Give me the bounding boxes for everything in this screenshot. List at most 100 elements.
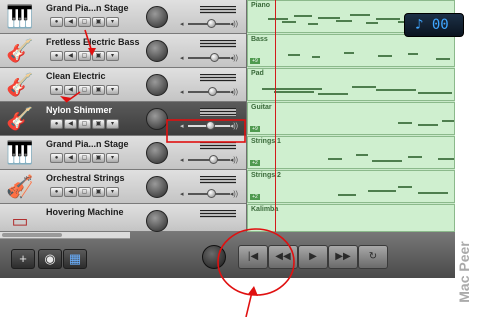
volume-thumb[interactable] (208, 87, 218, 96)
go-to-beginning-button[interactable]: |◀ (238, 245, 268, 269)
pan-knob[interactable] (146, 176, 168, 198)
record-button[interactable] (202, 245, 226, 269)
track-menu-button[interactable]: ▾ (106, 17, 119, 27)
track-menu-button[interactable]: ▾ (106, 187, 119, 197)
pan-knob[interactable] (146, 6, 168, 28)
speaker-low-icon: ◂ (180, 89, 184, 96)
fast-forward-button[interactable]: ▶▶ (328, 245, 358, 269)
region-pad[interactable]: Pad (247, 68, 455, 101)
region-guitar[interactable]: Guitar +9 (247, 102, 455, 135)
region-strings-1[interactable]: Strings 1 +2 (247, 136, 455, 169)
solo-button[interactable]: ▢ (78, 51, 91, 61)
volume-slider[interactable]: ◂ ◂)) (180, 155, 238, 165)
level-meter (200, 74, 236, 82)
lock-button[interactable]: ▣ (92, 187, 105, 197)
volume-thumb[interactable] (205, 121, 215, 130)
record-enable-button[interactable]: ● (50, 119, 63, 129)
loop-browser-icon[interactable]: ▦ (63, 249, 87, 269)
region-bass[interactable]: Bass +9 (247, 34, 455, 67)
record-enable-button[interactable]: ● (50, 85, 63, 95)
region-kalimba[interactable]: Kalimba (247, 204, 455, 232)
mute-button[interactable]: ◀ (64, 187, 77, 197)
level-meter (200, 6, 236, 14)
horizontal-scrollbar[interactable] (0, 232, 130, 239)
pan-knob[interactable] (146, 74, 168, 96)
pan-knob[interactable] (146, 210, 168, 232)
level-meter (200, 142, 236, 150)
track-name: Orchestral Strings (46, 173, 125, 183)
bottom-control-bar: + ◉ ▦ |◀ ◀◀ ▶ ▶▶ ↻ (0, 232, 455, 278)
track-name: Grand Pia...n Stage (46, 139, 129, 149)
track-header-5[interactable]: 🎹 Grand Pia...n Stage ● ◀ ▢ ▣ ▾ ◂ ◂)) (0, 136, 246, 170)
pan-knob[interactable] (146, 40, 168, 62)
track-header-6[interactable]: 🎻 Orchestral Strings ● ◀ ▢ ▣ ▾ ◂ ◂)) (0, 170, 246, 204)
level-meter (200, 40, 236, 48)
speaker-high-icon: ◂)) (229, 157, 238, 164)
speaker-high-icon: ◂)) (229, 21, 238, 28)
lock-button[interactable]: ▣ (92, 51, 105, 61)
lcd-display[interactable]: ♪ 00 (404, 13, 464, 37)
solo-button[interactable]: ▢ (78, 187, 91, 197)
play-button[interactable]: ▶ (298, 245, 328, 269)
acoustic-guitar-icon: 🎸 (6, 106, 34, 131)
track-menu-button[interactable]: ▾ (106, 119, 119, 129)
solo-button[interactable]: ▢ (78, 17, 91, 27)
speaker-low-icon: ◂ (180, 123, 184, 130)
violin-icon: 🎻 (6, 174, 34, 199)
speaker-high-icon: ◂)) (229, 89, 238, 96)
mute-button[interactable]: ◀ (64, 119, 77, 129)
solo-button[interactable]: ▢ (78, 119, 91, 129)
pan-knob[interactable] (146, 108, 168, 130)
lock-button[interactable]: ▣ (92, 17, 105, 27)
volume-slider[interactable]: ◂ ◂)) (180, 53, 238, 63)
volume-slider[interactable]: ◂ ◂)) (180, 87, 238, 97)
region-strings-2[interactable]: Strings 2 +2 (247, 170, 455, 203)
track-header-2[interactable]: 🎸 Fretless Electric Bass ● ◀ ▢ ▣ ▾ ◂ ◂)) (0, 34, 246, 68)
track-header-7[interactable]: ▭ Hovering Machine (0, 204, 246, 232)
rewind-button[interactable]: ◀◀ (268, 245, 298, 269)
track-menu-button[interactable]: ▾ (106, 51, 119, 61)
speaker-high-icon: ◂)) (229, 191, 238, 198)
mute-button[interactable]: ◀ (64, 17, 77, 27)
eye-icon[interactable]: ◉ (38, 249, 62, 269)
volume-slider[interactable]: ◂ ◂)) (180, 189, 238, 199)
track-header-3[interactable]: 🎸 Clean Electric ● ◀ ▢ ▣ ▾ ◂ ◂)) (0, 68, 246, 102)
solo-button[interactable]: ▢ (78, 85, 91, 95)
volume-thumb[interactable] (207, 19, 217, 28)
speaker-high-icon: ◂)) (229, 55, 238, 62)
level-meter (200, 210, 236, 218)
bass-guitar-icon: 🎸 (6, 38, 34, 63)
track-name: Clean Electric (46, 71, 106, 81)
speaker-low-icon: ◂ (180, 157, 184, 164)
record-enable-button[interactable]: ● (50, 187, 63, 197)
add-track-button[interactable]: + (11, 249, 35, 269)
record-enable-button[interactable]: ● (50, 17, 63, 27)
volume-slider[interactable]: ◂ ◂)) (180, 19, 238, 29)
volume-thumb[interactable] (209, 155, 219, 164)
track-header-4[interactable]: 🎸 Nylon Shimmer ● ◀ ▢ ▣ ▾ ◂ ◂)) (0, 102, 246, 136)
speaker-high-icon: ◂)) (229, 123, 238, 130)
speaker-low-icon: ◂ (180, 55, 184, 62)
track-header-1[interactable]: 🎹 Grand Pia...n Stage ● ◀ ▢ ▣ ▾ ◂ ◂)) (0, 0, 246, 34)
lock-button[interactable]: ▣ (92, 153, 105, 163)
track-menu-button[interactable]: ▾ (106, 153, 119, 163)
record-enable-button[interactable]: ● (50, 153, 63, 163)
mute-button[interactable]: ◀ (64, 51, 77, 61)
pan-knob[interactable] (146, 142, 168, 164)
speaker-low-icon: ◂ (180, 21, 184, 28)
solo-button[interactable]: ▢ (78, 153, 91, 163)
lock-button[interactable]: ▣ (92, 85, 105, 95)
cycle-button[interactable]: ↻ (358, 245, 388, 269)
mute-button[interactable]: ◀ (64, 153, 77, 163)
volume-slider[interactable]: ◂ ◂)) (180, 121, 238, 131)
level-meter (200, 176, 236, 184)
volume-thumb[interactable] (207, 189, 217, 198)
lock-button[interactable]: ▣ (92, 119, 105, 129)
record-enable-button[interactable]: ● (50, 51, 63, 61)
track-menu-button[interactable]: ▾ (106, 85, 119, 95)
mute-button[interactable]: ◀ (64, 85, 77, 95)
scroll-thumb[interactable] (2, 233, 62, 237)
playhead[interactable] (275, 0, 276, 232)
volume-thumb[interactable] (210, 53, 220, 62)
garageband-window: 🎹 Grand Pia...n Stage ● ◀ ▢ ▣ ▾ ◂ ◂)) 🎸 F… (0, 0, 455, 278)
